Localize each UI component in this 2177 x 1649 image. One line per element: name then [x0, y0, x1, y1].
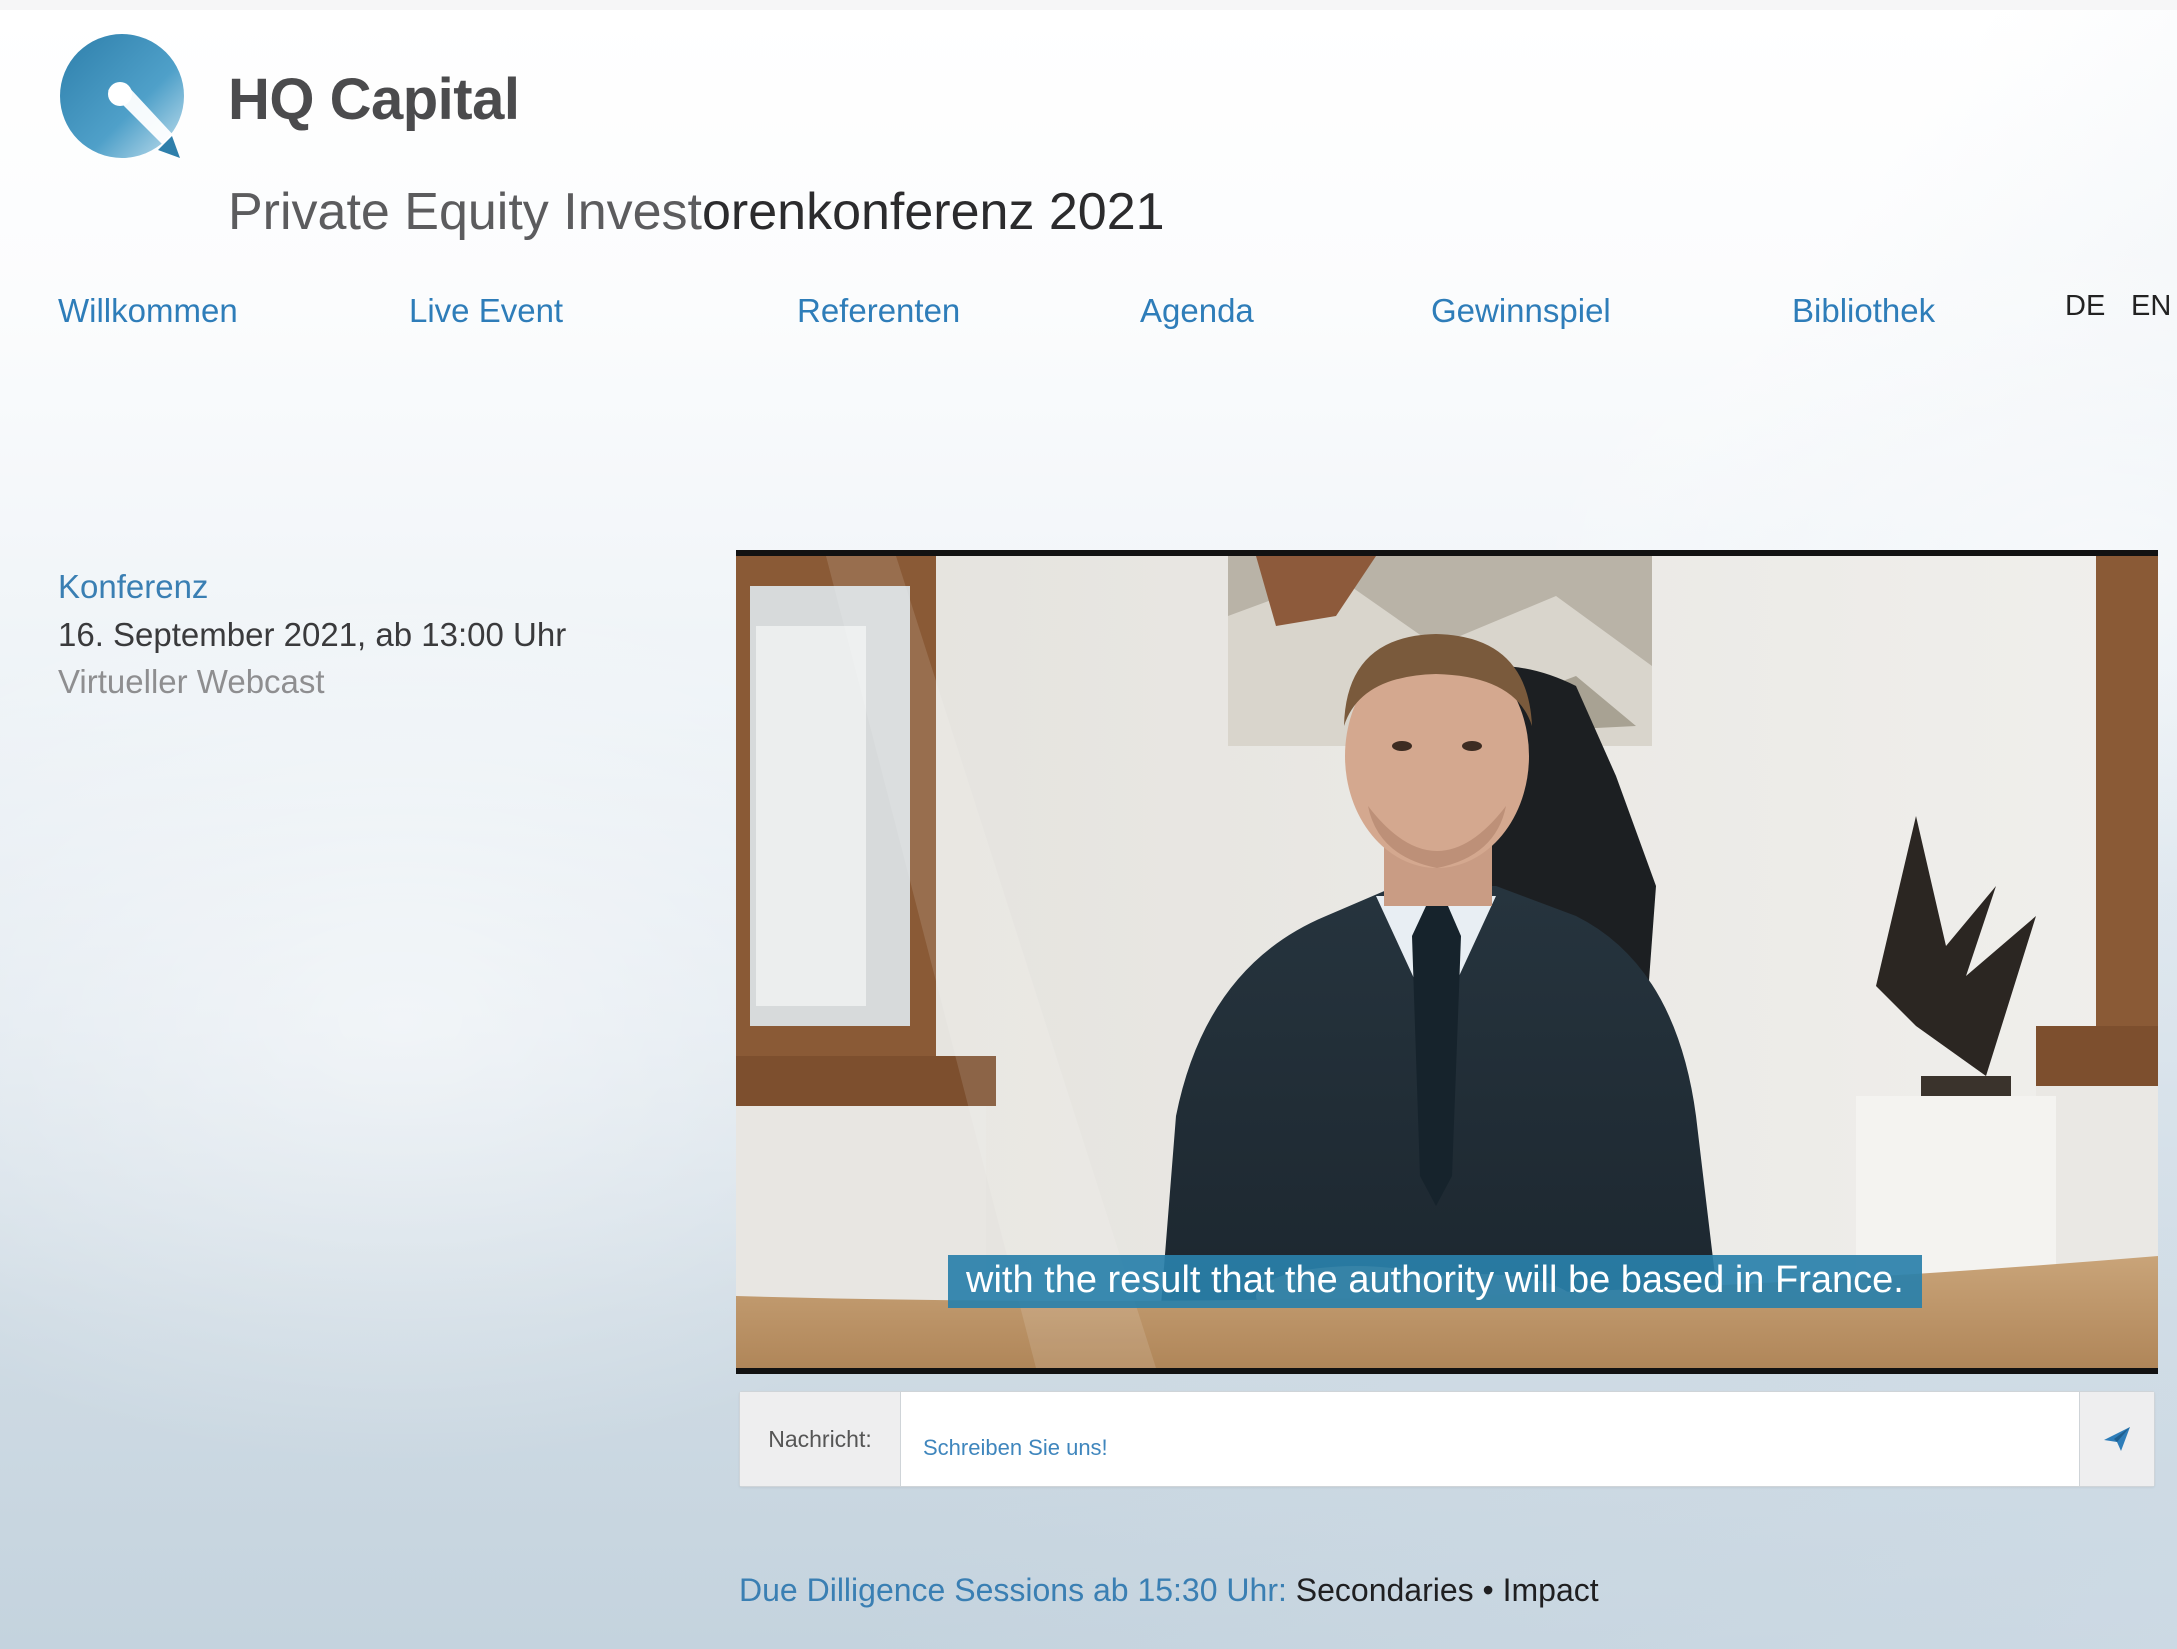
conference-title: Private Equity Investorenkonferenz 2021: [228, 182, 1165, 242]
video-subtitle: with the result that the authority will …: [948, 1255, 1922, 1308]
sessions-tail: Secondaries • Impact: [1295, 1572, 1599, 1608]
nav-bibliothek[interactable]: Bibliothek: [1792, 292, 1935, 330]
video-player[interactable]: with the result that the authority will …: [736, 550, 2158, 1374]
page: HQ Capital Private Equity Investorenkonf…: [0, 10, 2177, 1649]
video-frame: [736, 556, 2158, 1368]
hq-capital-logo-icon[interactable]: [58, 32, 190, 162]
event-venue: Virtueller Webcast: [58, 663, 325, 700]
conference-title-part1: Private Equity Invest: [228, 183, 702, 241]
nav-gewinnspiel[interactable]: Gewinnspiel: [1431, 292, 1611, 330]
chat-bar: Nachricht:: [739, 1391, 2155, 1487]
event-label: Konferenz: [58, 568, 209, 605]
sessions-line: Due Dilligence Sessions ab 15:30 Uhr: Se…: [739, 1572, 1599, 1609]
nav-referenten[interactable]: Referenten: [797, 292, 960, 330]
nav-live-event[interactable]: Live Event: [409, 292, 563, 330]
send-button[interactable]: [2079, 1392, 2154, 1486]
brand-name: HQ Capital: [228, 67, 520, 132]
message-input[interactable]: [901, 1392, 2077, 1486]
conference-title-part2: orenkonferenz 2021: [702, 183, 1165, 241]
sessions-lead: Due Dilligence Sessions ab 15:30 Uhr:: [739, 1572, 1287, 1608]
lang-de[interactable]: DE: [2065, 290, 2105, 323]
send-icon: [2104, 1427, 2130, 1451]
event-date: 16. September 2021, ab 13:00 Uhr: [58, 616, 567, 653]
nav-agenda[interactable]: Agenda: [1140, 292, 1254, 330]
chat-label: Nachricht:: [740, 1392, 901, 1486]
nav-willkommen[interactable]: Willkommen: [58, 292, 238, 330]
lang-en[interactable]: EN: [2131, 290, 2171, 323]
